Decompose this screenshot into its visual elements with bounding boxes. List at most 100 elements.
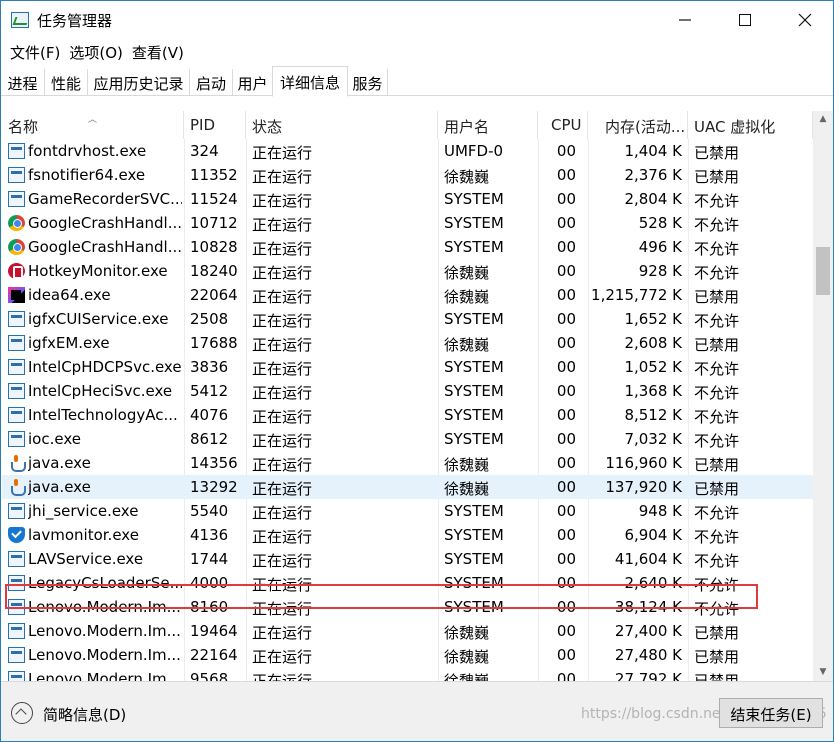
fewer-details-link[interactable]: 简略信息(D) bbox=[43, 704, 126, 725]
table-row[interactable]: Lenovo.Modern.Im... 19464 正在运行 徐魏巍 00 27,400 … bbox=[2, 619, 813, 643]
scrollbar-thumb[interactable] bbox=[816, 247, 830, 295]
column-header-name[interactable]: 名称 ︿ bbox=[2, 111, 184, 139]
tab-app-history[interactable]: 应用历史记录 bbox=[88, 69, 190, 96]
cell-name: GoogleCrashHandl... bbox=[28, 238, 182, 256]
cell-user: SYSTEM bbox=[444, 526, 504, 544]
table-row[interactable]: fontdrvhost.exe 324 正在运行 UMFD-0 00 1,404 K 已禁用 bbox=[2, 139, 813, 163]
scroll-up-arrow-icon[interactable]: ▲ bbox=[813, 111, 833, 128]
window-title: 任务管理器 bbox=[37, 12, 113, 30]
window-app-icon bbox=[8, 143, 25, 159]
cell-memory: 2,608 K bbox=[624, 334, 682, 352]
close-button[interactable] bbox=[775, 1, 834, 39]
table-row[interactable]: fsnotifier64.exe 11352 正在运行 徐魏巍 00 2,376 K 已禁用 bbox=[2, 163, 813, 187]
tab-processes[interactable]: 进程 bbox=[1, 69, 45, 96]
column-header-uac[interactable]: UAC 虚拟化 bbox=[688, 111, 813, 139]
cell-name: fontdrvhost.exe bbox=[28, 142, 147, 160]
table-row[interactable]: ioc.exe 8612 正在运行 SYSTEM 00 7,032 K 不允许 bbox=[2, 427, 813, 451]
cell-cpu: 00 bbox=[556, 190, 576, 208]
column-header-cpu[interactable]: CPU bbox=[538, 111, 588, 139]
title-bar[interactable]: 任务管理器 bbox=[1, 1, 833, 39]
cell-memory: 8,512 K bbox=[624, 406, 682, 424]
table-row[interactable]: LAVService.exe 1744 正在运行 SYSTEM 00 41,604 K 不允… bbox=[2, 547, 813, 571]
table-row[interactable]: HotkeyMonitor.exe 18240 正在运行 徐魏巍 00 928 K 不允许 bbox=[2, 259, 813, 283]
scroll-down-arrow-icon[interactable]: ▼ bbox=[813, 664, 833, 681]
maximize-button[interactable] bbox=[715, 1, 775, 39]
cell-name: igfxEM.exe bbox=[28, 334, 110, 352]
cell-memory: 116,960 K bbox=[605, 454, 682, 472]
column-header-user[interactable]: 用户名 bbox=[438, 111, 538, 139]
cell-memory: 496 K bbox=[638, 238, 682, 256]
table-header: 名称 ︿ PID 状态 用户名 CPU 内存(活动... UAC 虚拟化 bbox=[2, 111, 813, 139]
cell-pid: 22064 bbox=[190, 286, 238, 304]
table-row[interactable]: java.exe 14356 正在运行 徐魏巍 00 116,960 K 已禁用 bbox=[2, 451, 813, 475]
cell-cpu: 00 bbox=[556, 502, 576, 520]
table-row[interactable]: java.exe 13292 正在运行 徐魏巍 00 137,920 K 已禁用 bbox=[2, 475, 813, 499]
cell-user: 徐魏巍 bbox=[444, 480, 490, 498]
process-details-table: 名称 ︿ PID 状态 用户名 CPU 内存(活动... UAC 虚拟化 fon… bbox=[2, 111, 813, 681]
cell-status: 正在运行 bbox=[252, 552, 313, 570]
cell-pid: 10828 bbox=[190, 238, 238, 256]
cell-status: 正在运行 bbox=[252, 504, 313, 522]
menu-options[interactable]: 选项(O) bbox=[68, 39, 129, 65]
column-header-memory[interactable]: 内存(活动... bbox=[588, 111, 688, 139]
table-row[interactable]: lavmonitor.exe 4136 正在运行 SYSTEM 00 6,904 K 不允许 bbox=[2, 523, 813, 547]
tab-services[interactable]: 服务 bbox=[348, 69, 388, 96]
table-row[interactable]: IntelCpHeciSvc.exe 5412 正在运行 SYSTEM 00 1,368 … bbox=[2, 379, 813, 403]
cell-memory: 1,404 K bbox=[624, 142, 682, 160]
table-row[interactable]: jhi_service.exe 5540 正在运行 SYSTEM 00 948 K 不允许 bbox=[2, 499, 813, 523]
table-row[interactable]: IntelCpHDCPSvc.exe 3836 正在运行 SYSTEM 00 1,052 … bbox=[2, 355, 813, 379]
cell-name: igfxCUIService.exe bbox=[28, 310, 169, 328]
table-row[interactable]: GameRecorderSVC... 11524 正在运行 SYSTEM 00 2,804… bbox=[2, 187, 813, 211]
table-row[interactable]: GoogleCrashHandl... 10712 正在运行 SYSTEM 00 528 … bbox=[2, 211, 813, 235]
cell-cpu: 00 bbox=[556, 454, 576, 472]
cell-status: 正在运行 bbox=[252, 336, 313, 354]
window-app-icon bbox=[8, 407, 25, 423]
tab-startup[interactable]: 启动 bbox=[190, 69, 233, 96]
cell-uac: 已禁用 bbox=[694, 144, 740, 162]
cell-uac: 不允许 bbox=[694, 312, 740, 330]
cell-uac: 已禁用 bbox=[694, 480, 740, 498]
cell-uac: 已禁用 bbox=[694, 648, 740, 666]
cell-memory: 2,804 K bbox=[624, 190, 682, 208]
cell-name: fsnotifier64.exe bbox=[28, 166, 146, 184]
cell-pid: 5540 bbox=[190, 502, 229, 520]
cell-cpu: 00 bbox=[556, 334, 576, 352]
column-header-status[interactable]: 状态 bbox=[246, 111, 438, 139]
close-icon bbox=[798, 13, 812, 27]
table-row[interactable]: Lenovo.Modern.Im... 9568 正在运行 徐魏巍 00 27,792 K… bbox=[2, 667, 813, 681]
cell-uac: 不允许 bbox=[694, 408, 740, 426]
cell-pid: 3836 bbox=[190, 358, 229, 376]
cell-name: jhi_service.exe bbox=[28, 502, 139, 520]
vertical-scrollbar[interactable]: ▲ ▼ bbox=[813, 111, 833, 681]
cell-uac: 不允许 bbox=[694, 360, 740, 378]
chrome-icon bbox=[8, 215, 25, 231]
table-row[interactable]: igfxCUIService.exe 2508 正在运行 SYSTEM 00 1,652 … bbox=[2, 307, 813, 331]
cell-uac: 不允许 bbox=[694, 240, 740, 258]
window-app-icon bbox=[8, 551, 25, 567]
cell-uac: 不允许 bbox=[694, 432, 740, 450]
table-row[interactable]: idea64.exe 22064 正在运行 徐魏巍 00 1,215,772 K 已禁用 bbox=[2, 283, 813, 307]
highlight-annotation-box bbox=[5, 584, 758, 609]
column-header-pid[interactable]: PID bbox=[184, 111, 246, 139]
window-app-icon bbox=[8, 383, 25, 399]
table-row[interactable]: GoogleCrashHandl... 10828 正在运行 SYSTEM 00 496 … bbox=[2, 235, 813, 259]
cell-memory: 1,652 K bbox=[624, 310, 682, 328]
cell-memory: 2,376 K bbox=[624, 166, 682, 184]
menu-file[interactable]: 文件(F) bbox=[9, 39, 66, 65]
table-row[interactable]: IntelTechnologyAc... 4076 正在运行 SYSTEM 00 8,51… bbox=[2, 403, 813, 427]
cell-memory: 27,480 K bbox=[614, 646, 682, 664]
tab-users[interactable]: 用户 bbox=[233, 69, 273, 96]
end-task-button[interactable]: 结束任务(E) bbox=[719, 698, 823, 728]
tab-details[interactable]: 详细信息 bbox=[272, 66, 348, 97]
table-row[interactable]: Lenovo.Modern.Im... 22164 正在运行 徐魏巍 00 27,480 … bbox=[2, 643, 813, 667]
window-app-icon bbox=[8, 623, 25, 639]
cell-cpu: 00 bbox=[556, 142, 576, 160]
cell-name: java.exe bbox=[28, 454, 91, 472]
cell-name: IntelCpHDCPSvc.exe bbox=[28, 358, 182, 376]
minimize-button[interactable] bbox=[655, 1, 715, 39]
cell-cpu: 00 bbox=[556, 406, 576, 424]
menu-view[interactable]: 查看(V) bbox=[131, 39, 190, 65]
tab-performance[interactable]: 性能 bbox=[45, 69, 88, 96]
collapse-up-icon[interactable] bbox=[11, 702, 33, 724]
table-row[interactable]: igfxEM.exe 17688 正在运行 徐魏巍 00 2,608 K 已禁用 bbox=[2, 331, 813, 355]
